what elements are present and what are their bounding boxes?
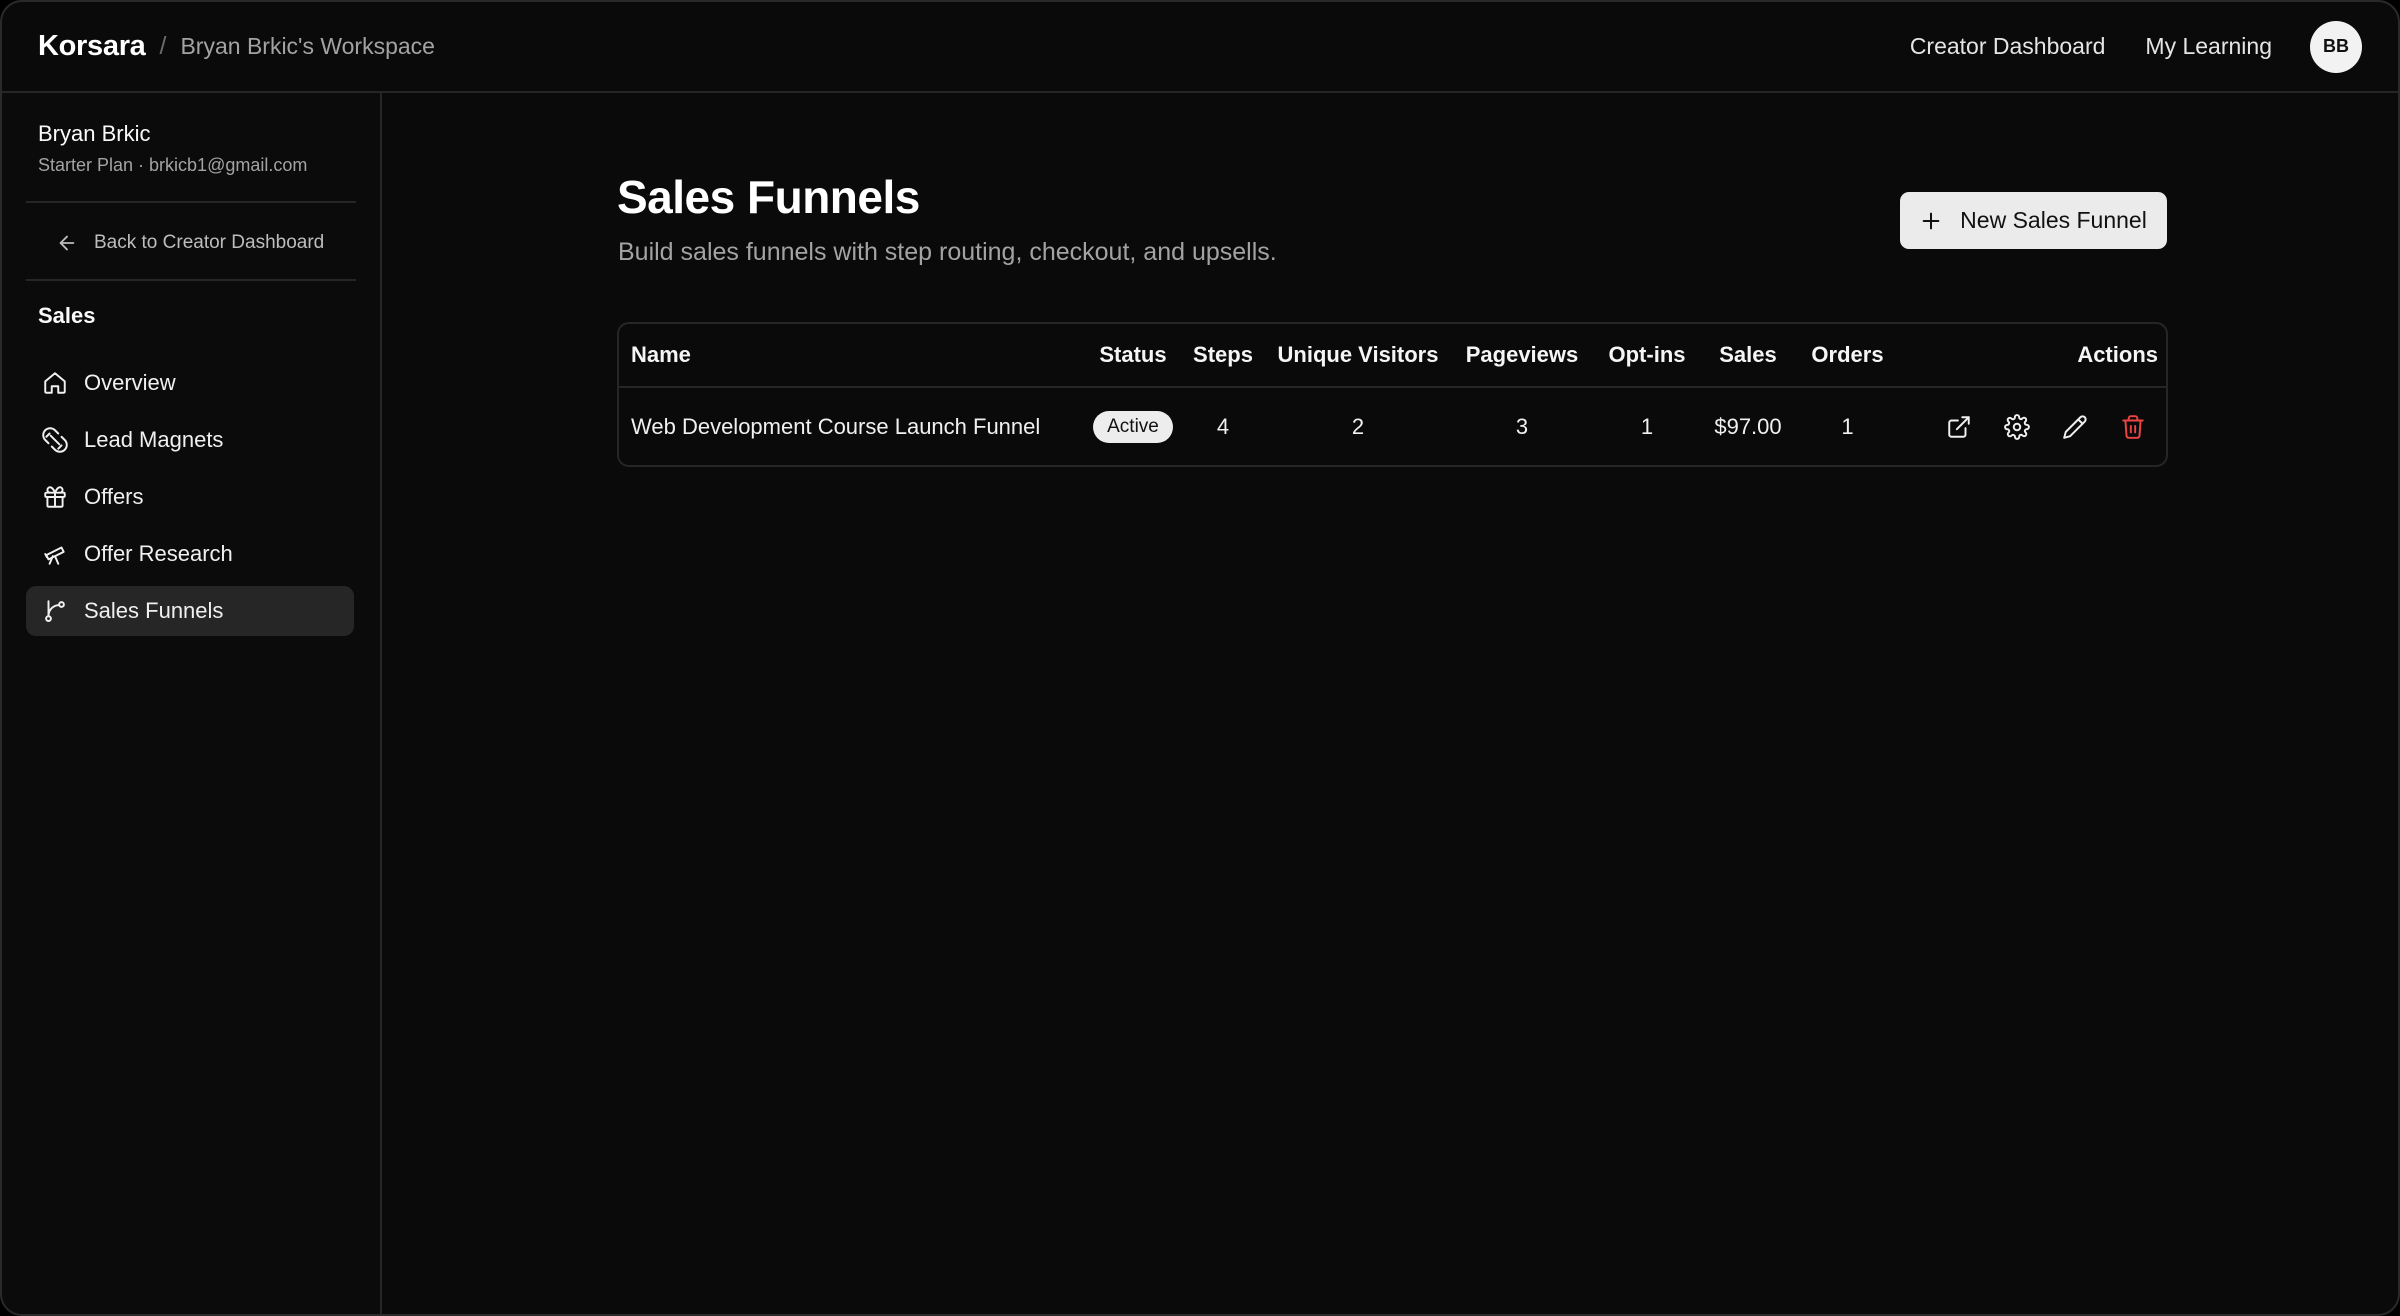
actions-cell <box>1901 387 2166 465</box>
sidebar-item-sales-funnels[interactable]: Sales Funnels <box>26 586 354 636</box>
sidebar-item-offers[interactable]: Offers <box>26 472 354 522</box>
brand-logo[interactable]: Korsara <box>38 30 146 63</box>
table-header-row: Name Status Steps Unique Visitors Pagevi… <box>619 324 2166 388</box>
sidebar-section-label: Sales <box>38 303 96 328</box>
top-bar: Korsara / Bryan Brkic's Workspace Creato… <box>2 2 2398 93</box>
sidebar-item-label: Offers <box>84 484 144 509</box>
sidebar-item-offer-research[interactable]: Offer Research <box>26 529 354 579</box>
pencil-icon[interactable] <box>2062 414 2088 440</box>
page-title: Sales Funnels <box>617 171 920 223</box>
home-icon <box>44 372 66 394</box>
status-badge: Active <box>1093 410 1173 443</box>
funnel-name-cell[interactable]: Web Development Course Launch Funnel <box>619 387 1084 465</box>
table-row[interactable]: Web Development Course Launch Funnel Act… <box>619 387 2166 465</box>
steps-cell: 4 <box>1216 413 1230 439</box>
telescope-icon <box>44 546 65 565</box>
arrow-left-icon <box>59 235 75 251</box>
column-header-status: Status <box>1084 324 1182 388</box>
app-window: Korsara / Bryan Brkic's Workspace Creato… <box>0 0 2400 1316</box>
sidebar-item-overview[interactable]: Overview <box>26 358 354 408</box>
gear-icon[interactable] <box>2004 413 2030 440</box>
sales-cell: $97.00 <box>1714 413 1782 439</box>
sidebar-item-label: Offer Research <box>84 541 233 566</box>
back-link-label: Back to Creator Dashboard <box>94 232 325 253</box>
workspace-name[interactable]: Bryan Brkic's Workspace <box>180 33 434 60</box>
user-plan: Starter Plan · brkicb1@gmail.com <box>38 155 308 175</box>
new-sales-funnel-button[interactable]: New Sales Funnel <box>1900 192 2167 249</box>
sidebar-divider <box>26 279 356 281</box>
plus-icon <box>1922 212 1940 229</box>
creator-dashboard-link[interactable]: Creator Dashboard <box>1910 33 2106 60</box>
status-cell: Active <box>1084 387 1182 465</box>
column-header-unique-visitors: Unique Visitors <box>1264 324 1452 388</box>
pageviews-cell: 3 <box>1515 413 1529 439</box>
gift-icon <box>44 486 66 508</box>
column-header-sales: Sales <box>1702 324 1794 388</box>
user-block: Bryan Brkic Starter Plan · brkicb1@gmail… <box>38 121 307 176</box>
column-header-steps: Steps <box>1182 324 1264 388</box>
magnet-icon <box>42 427 68 453</box>
sidebar-item-label: Lead Magnets <box>84 427 224 452</box>
sidebar-item-label: Sales Funnels <box>84 598 224 623</box>
orders-cell: 1 <box>1841 413 1854 439</box>
external-link-icon[interactable] <box>1946 414 1972 440</box>
user-name: Bryan Brkic <box>38 121 151 146</box>
row-actions <box>1901 413 2166 440</box>
avatar[interactable]: BB <box>2310 20 2362 73</box>
column-header-name: Name <box>619 324 1084 388</box>
breadcrumb-separator: / <box>159 32 167 60</box>
back-to-dashboard-link[interactable]: Back to Creator Dashboard <box>56 232 324 254</box>
column-header-pageviews: Pageviews <box>1452 324 1592 388</box>
sidebar: Bryan Brkic Starter Plan · brkicb1@gmail… <box>2 93 382 1314</box>
funnels-table: Name Status Steps Unique Visitors Pagevi… <box>617 322 2168 467</box>
git-branch-icon <box>45 600 65 622</box>
trash-icon[interactable] <box>2120 414 2146 440</box>
column-header-orders: Orders <box>1794 324 1901 388</box>
sidebar-nav: Overview Lead Magnets Offers Offer Resea… <box>26 358 354 643</box>
sidebar-divider <box>26 201 356 203</box>
my-learning-link[interactable]: My Learning <box>2145 33 2272 60</box>
new-button-label: New Sales Funnel <box>1960 207 2147 233</box>
column-header-actions: Actions <box>1901 324 2166 388</box>
page-subtitle: Build sales funnels with step routing, c… <box>618 238 1277 266</box>
optins-cell: 1 <box>1640 413 1654 439</box>
column-header-optins: Opt-ins <box>1592 324 1702 388</box>
unique-visitors-cell: 2 <box>1351 413 1365 439</box>
sidebar-item-lead-magnets[interactable]: Lead Magnets <box>26 415 354 465</box>
sidebar-item-label: Overview <box>84 370 176 395</box>
